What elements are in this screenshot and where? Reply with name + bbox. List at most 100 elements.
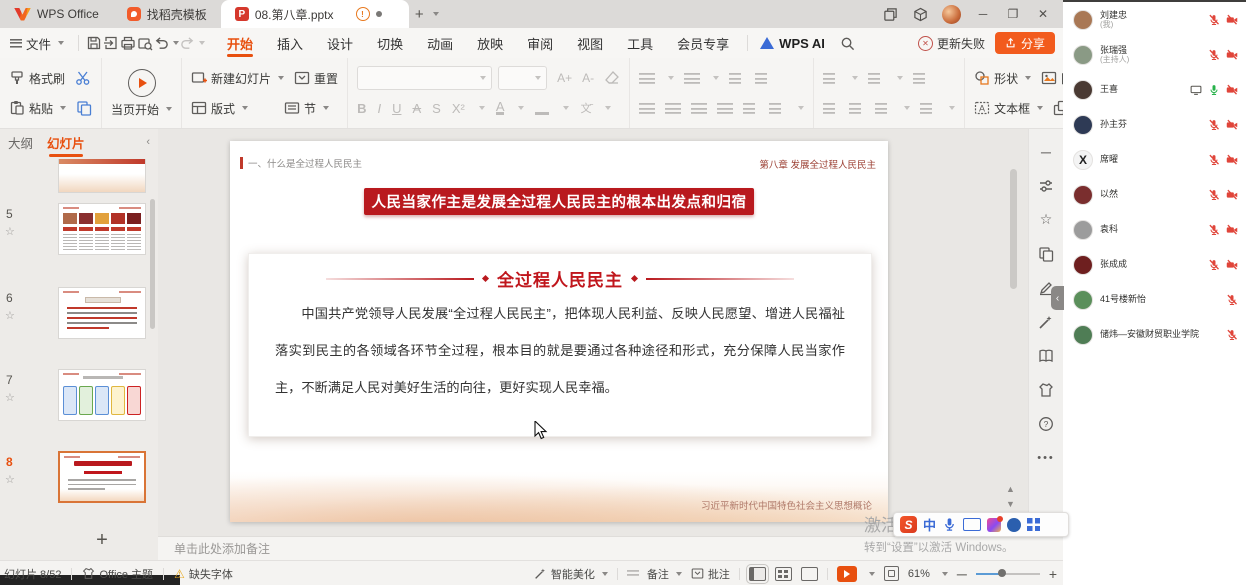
participant-row[interactable]: 41号楼新怡 <box>1063 282 1246 317</box>
play-from-current-label[interactable]: 当页开始 <box>111 101 172 118</box>
properties-sliders-icon[interactable] <box>1038 177 1055 194</box>
menu-member[interactable]: 会员专享 <box>665 28 741 58</box>
content-card[interactable]: 全过程人民民主 中国共产党领导人民发展“全过程人民民主”，把体现人民利益、反映人… <box>248 253 872 437</box>
more-options-icon[interactable]: ••• <box>1038 449 1055 466</box>
redo-icon[interactable] <box>179 35 196 52</box>
menu-slideshow[interactable]: 放映 <box>465 28 515 58</box>
window-stack-icon[interactable] <box>882 6 898 22</box>
next-slide-arrow-icon[interactable]: ▼ <box>1006 500 1015 509</box>
slide-sorter-view-button[interactable] <box>775 567 792 581</box>
zoom-out-button[interactable]: ─ <box>957 566 967 582</box>
ime-skin-icon[interactable] <box>987 518 1001 532</box>
play-from-current-button[interactable] <box>128 69 156 97</box>
sogou-logo-icon[interactable]: S <box>900 516 917 533</box>
clear-format-icon[interactable] <box>604 70 620 86</box>
shadow-button[interactable]: S <box>432 101 441 116</box>
tab-list-chevron-icon[interactable] <box>433 12 439 16</box>
decrease-indent-icon[interactable] <box>729 72 745 84</box>
play-options-chevron-icon[interactable] <box>869 572 875 576</box>
account-avatar[interactable] <box>942 5 961 24</box>
format-painter-button[interactable]: 格式刷 <box>9 70 65 87</box>
tab-wps-office[interactable]: WPS Office <box>0 0 113 28</box>
file-menu[interactable]: 文件 <box>0 34 72 53</box>
minimize-button[interactable]: ─ <box>975 6 991 22</box>
update-failed-status[interactable]: ✕ 更新失败 <box>918 35 985 52</box>
slide-5-star-icon[interactable]: ☆ <box>5 225 15 238</box>
italic-button[interactable]: I <box>377 101 381 116</box>
strikethrough-button[interactable]: A <box>412 101 421 116</box>
text-align-box-icon[interactable] <box>920 102 936 114</box>
ime-keyboard-icon[interactable] <box>963 518 981 531</box>
font-size-select[interactable] <box>498 66 547 90</box>
canvas-scrollbar[interactable] <box>1010 139 1017 479</box>
menu-animation[interactable]: 动画 <box>415 28 465 58</box>
slide-7-star-icon[interactable]: ☆ <box>5 391 15 404</box>
bullet-list-icon[interactable] <box>639 72 655 84</box>
card-title[interactable]: 全过程人民民主 <box>497 266 623 291</box>
prev-slide-arrow-icon[interactable]: ▲ <box>1006 485 1015 494</box>
slide-footer-text[interactable]: 习近平新时代中国特色社会主义思想概论 <box>701 498 872 512</box>
ime-penguin-icon[interactable] <box>1007 518 1021 532</box>
slide-6-star-icon[interactable]: ☆ <box>5 309 15 322</box>
bold-button[interactable]: B <box>357 101 366 116</box>
slide-header-left[interactable]: 一、什么是全过程人民民主 <box>240 156 362 170</box>
slide-header-right[interactable]: 第八章 发展全过程人民民主 <box>759 157 876 171</box>
participant-row[interactable]: 张成成 <box>1063 247 1246 282</box>
convert-smartart-icon[interactable] <box>913 72 929 84</box>
char-spacing-icon[interactable] <box>868 72 884 84</box>
reference-book-icon[interactable] <box>1038 347 1055 364</box>
paste-button[interactable]: 粘贴 <box>9 100 66 117</box>
menu-insert[interactable]: 插入 <box>265 28 315 58</box>
panel-expand-chip[interactable]: ‹ <box>1051 286 1064 310</box>
menu-design[interactable]: 设计 <box>315 28 365 58</box>
print-icon[interactable] <box>119 35 136 52</box>
decrease-font-button[interactable]: A- <box>582 71 594 85</box>
font-family-select[interactable] <box>357 66 492 90</box>
para-spacing-icon[interactable] <box>849 102 865 114</box>
tab-outline[interactable]: 大纲 <box>8 133 33 152</box>
beautify-wand-icon[interactable] <box>1038 313 1055 330</box>
tab-docer-template[interactable]: 找稻壳模板 <box>113 0 221 28</box>
panel-collapse-icon[interactable]: ‹ <box>146 136 150 148</box>
participant-row[interactable]: 袁科 <box>1063 212 1246 247</box>
menu-transition[interactable]: 切换 <box>365 28 415 58</box>
participant-row[interactable]: 孙主芬 <box>1063 107 1246 142</box>
highlight-color-button[interactable] <box>535 112 549 115</box>
skin-theme-icon[interactable] <box>1038 381 1055 398</box>
reading-view-button[interactable] <box>801 567 818 581</box>
slideshow-play-button[interactable] <box>837 566 857 582</box>
align-center-icon[interactable] <box>665 102 681 114</box>
wps-ai-button[interactable]: WPS AI <box>754 36 831 51</box>
zoom-chevron-icon[interactable] <box>942 572 948 576</box>
zoom-level[interactable]: 61% <box>908 568 930 580</box>
align-left-icon[interactable] <box>639 102 655 114</box>
participant-row[interactable]: 刘建忠(我) <box>1063 2 1246 37</box>
print-preview-icon[interactable] <box>136 35 153 52</box>
favorites-star-icon[interactable]: ☆ <box>1038 211 1055 228</box>
ime-mode-chinese[interactable]: 中 <box>923 515 936 534</box>
slide-canvas[interactable]: 一、什么是全过程人民民主 第八章 发展全过程人民民主 人民当家作主是发展全过程人… <box>230 141 888 522</box>
slide-6-thumbnail[interactable] <box>58 287 146 339</box>
export-icon[interactable] <box>102 35 119 52</box>
integration-cube-icon[interactable] <box>912 6 928 22</box>
doc-info-icon[interactable]: ! <box>356 7 370 21</box>
share-button[interactable]: 分享 <box>995 32 1055 54</box>
zoom-in-button[interactable]: + <box>1049 566 1057 582</box>
text-direction-icon[interactable] <box>823 72 839 84</box>
undo-icon[interactable] <box>153 35 170 52</box>
distribute-icon[interactable] <box>743 102 759 114</box>
slide-thumbnail-partial[interactable] <box>58 159 146 193</box>
cut-icon[interactable] <box>75 70 91 86</box>
tab-document[interactable]: P 08.第八章.pptx ! <box>221 0 409 28</box>
textbox-button[interactable]: 文本框 <box>974 100 1043 117</box>
new-slide-button[interactable]: 新建幻灯片 <box>191 70 284 87</box>
reset-button[interactable]: 重置 <box>294 70 338 87</box>
increase-font-button[interactable]: A+ <box>557 71 572 85</box>
save-icon[interactable] <box>85 35 102 52</box>
fit-slide-button[interactable] <box>884 566 899 581</box>
numbered-list-icon[interactable] <box>684 72 700 84</box>
copy-icon[interactable] <box>76 100 92 116</box>
missing-font-warning[interactable]: ⚠ 缺失字体 <box>174 566 233 582</box>
slide-8-star-icon[interactable]: ☆ <box>5 473 15 486</box>
shapes-button[interactable]: 形状 <box>974 70 1031 87</box>
